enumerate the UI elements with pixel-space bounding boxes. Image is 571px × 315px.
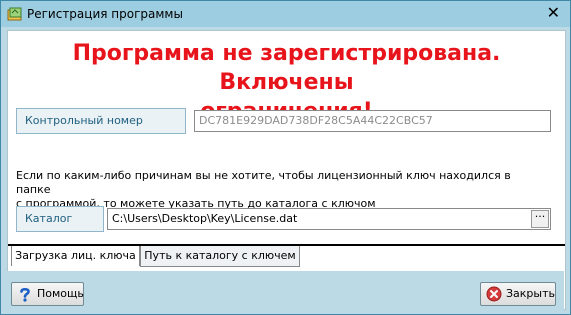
title-bar[interactable]: Регистрация программы ✕ [1, 1, 570, 27]
registration-window: Регистрация программы ✕ Программа не зар… [0, 0, 571, 315]
close-button[interactable]: Закрыть [480, 282, 556, 306]
app-icon [7, 7, 22, 21]
close-icon[interactable]: ✕ [547, 4, 560, 22]
close-button-label: Закрыть [506, 287, 555, 300]
warning-line-1: Программа не зарегистрирована. Включены [72, 41, 501, 95]
control-number-label: Контрольный номер [16, 108, 186, 134]
catalog-label: Каталог [16, 206, 104, 232]
hint-line-1: Если по каким-либо причинам вы не хотите… [16, 169, 511, 196]
window-title: Регистрация программы [27, 7, 183, 21]
help-button-label: Помощь [37, 287, 84, 300]
catalog-path-value: C:\Users\Desktop\Key\License.dat [112, 212, 298, 225]
tab-load-license-key[interactable]: Загрузка лиц. ключа [11, 246, 140, 266]
client-area: Программа не зарегистрирована. Включены … [7, 30, 566, 310]
question-icon [20, 287, 30, 302]
bottom-bar: Помощь Закрыть [7, 271, 564, 311]
red-x-icon [486, 286, 502, 302]
tab-key-catalog-path[interactable]: Путь к каталогу с ключем [140, 246, 300, 267]
help-button[interactable]: Помощь [11, 282, 84, 306]
catalog-path-field[interactable]: C:\Users\Desktop\Key\License.dat ··· [107, 208, 551, 230]
browse-button[interactable]: ··· [531, 210, 549, 228]
hint-text: Если по каким-либо причинам вы не хотите… [16, 169, 546, 211]
control-number-field[interactable]: DC781E929DAD738DF28C5A44C22CBC57 [194, 110, 551, 132]
